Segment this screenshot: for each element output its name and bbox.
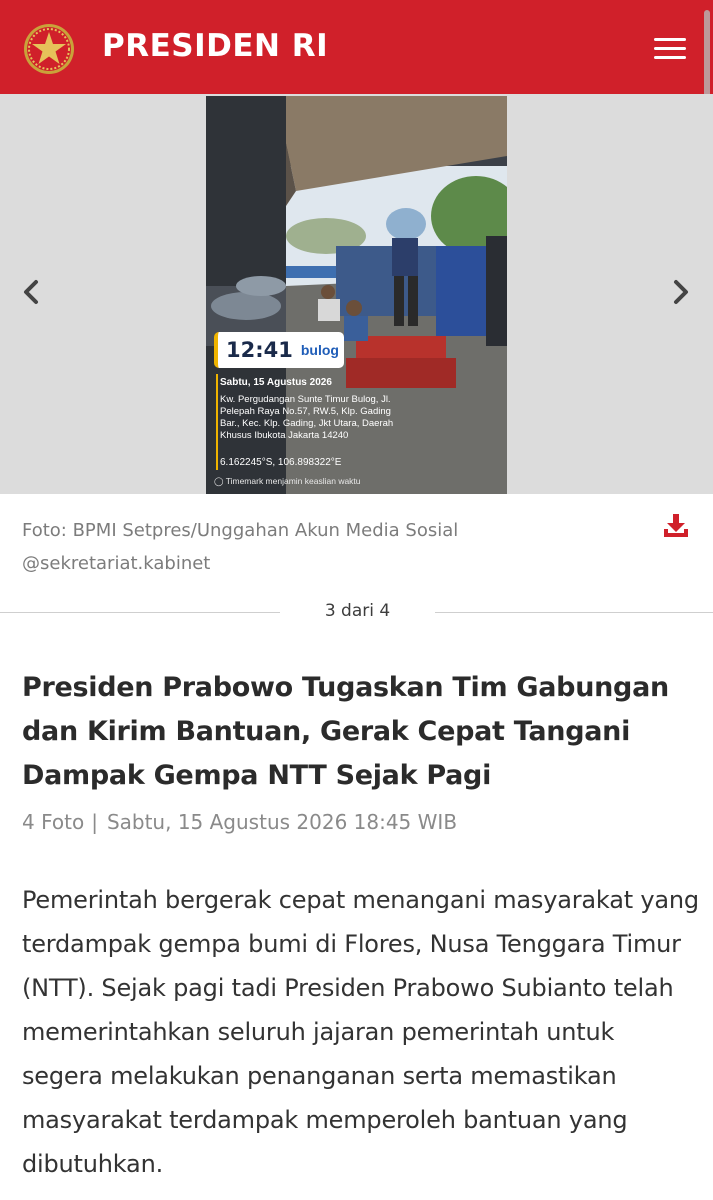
- article-meta: 4 Foto | Sabtu, 15 Agustus 2026 18:45 WIB: [22, 810, 457, 834]
- article-body: Pemerintah bergerak cepat menangani masy…: [22, 886, 699, 1178]
- shield-check-icon: ◯: [214, 476, 224, 486]
- divider-line: [0, 612, 280, 613]
- download-icon[interactable]: [662, 512, 690, 540]
- timemark-clock: 12:41: [226, 338, 293, 362]
- timemark-date: Sabtu, 15 Agustus 2026: [220, 377, 332, 388]
- menu-line: [654, 47, 686, 50]
- timemark-accent-bar: [216, 374, 218, 470]
- bulog-logo: bulog: [300, 342, 339, 358]
- menu-line: [654, 56, 686, 59]
- garuda-emblem-icon[interactable]: [22, 22, 76, 76]
- divider-line: [435, 612, 713, 613]
- site-title[interactable]: PRESIDEN RI: [102, 28, 328, 64]
- hamburger-menu-icon[interactable]: [650, 33, 690, 63]
- chevron-left-icon[interactable]: [16, 270, 46, 314]
- photo-count: 4 Foto: [22, 810, 85, 834]
- menu-line: [654, 38, 686, 41]
- article-date: Sabtu, 15 Agustus 2026 18:45 WIB: [106, 810, 458, 834]
- chevron-right-icon[interactable]: [666, 270, 696, 314]
- top-navigation-bar: PRESIDEN RI: [0, 0, 713, 94]
- photo-caption: Foto: BPMI Setpres/Unggahan Akun Media S…: [22, 520, 459, 574]
- photo-carousel: 12:41 bulog Sabtu, 15 Agustus 2026 Kw. P…: [0, 94, 713, 494]
- timemark-verification-text: Timemark menjamin keaslian waktu: [225, 476, 361, 486]
- meta-separator: |: [91, 810, 98, 834]
- timemark-verification-note: ◯ Timemark menjamin keaslian waktu: [214, 476, 361, 487]
- timemark-time-badge: 12:41 bulog: [214, 332, 344, 368]
- article-title: Presiden Prabowo Tugaskan Tim Gabungan d…: [22, 672, 669, 791]
- timemark-coordinates: 6.162245°S, 106.898322°E: [220, 457, 342, 468]
- photo-counter: 3 dari 4: [324, 601, 391, 621]
- timemark-address: Kw. Pergudangan Sunte Timur Bulog, Jl. P…: [220, 394, 394, 441]
- carousel-photo[interactable]: 12:41 bulog Sabtu, 15 Agustus 2026 Kw. P…: [206, 96, 507, 494]
